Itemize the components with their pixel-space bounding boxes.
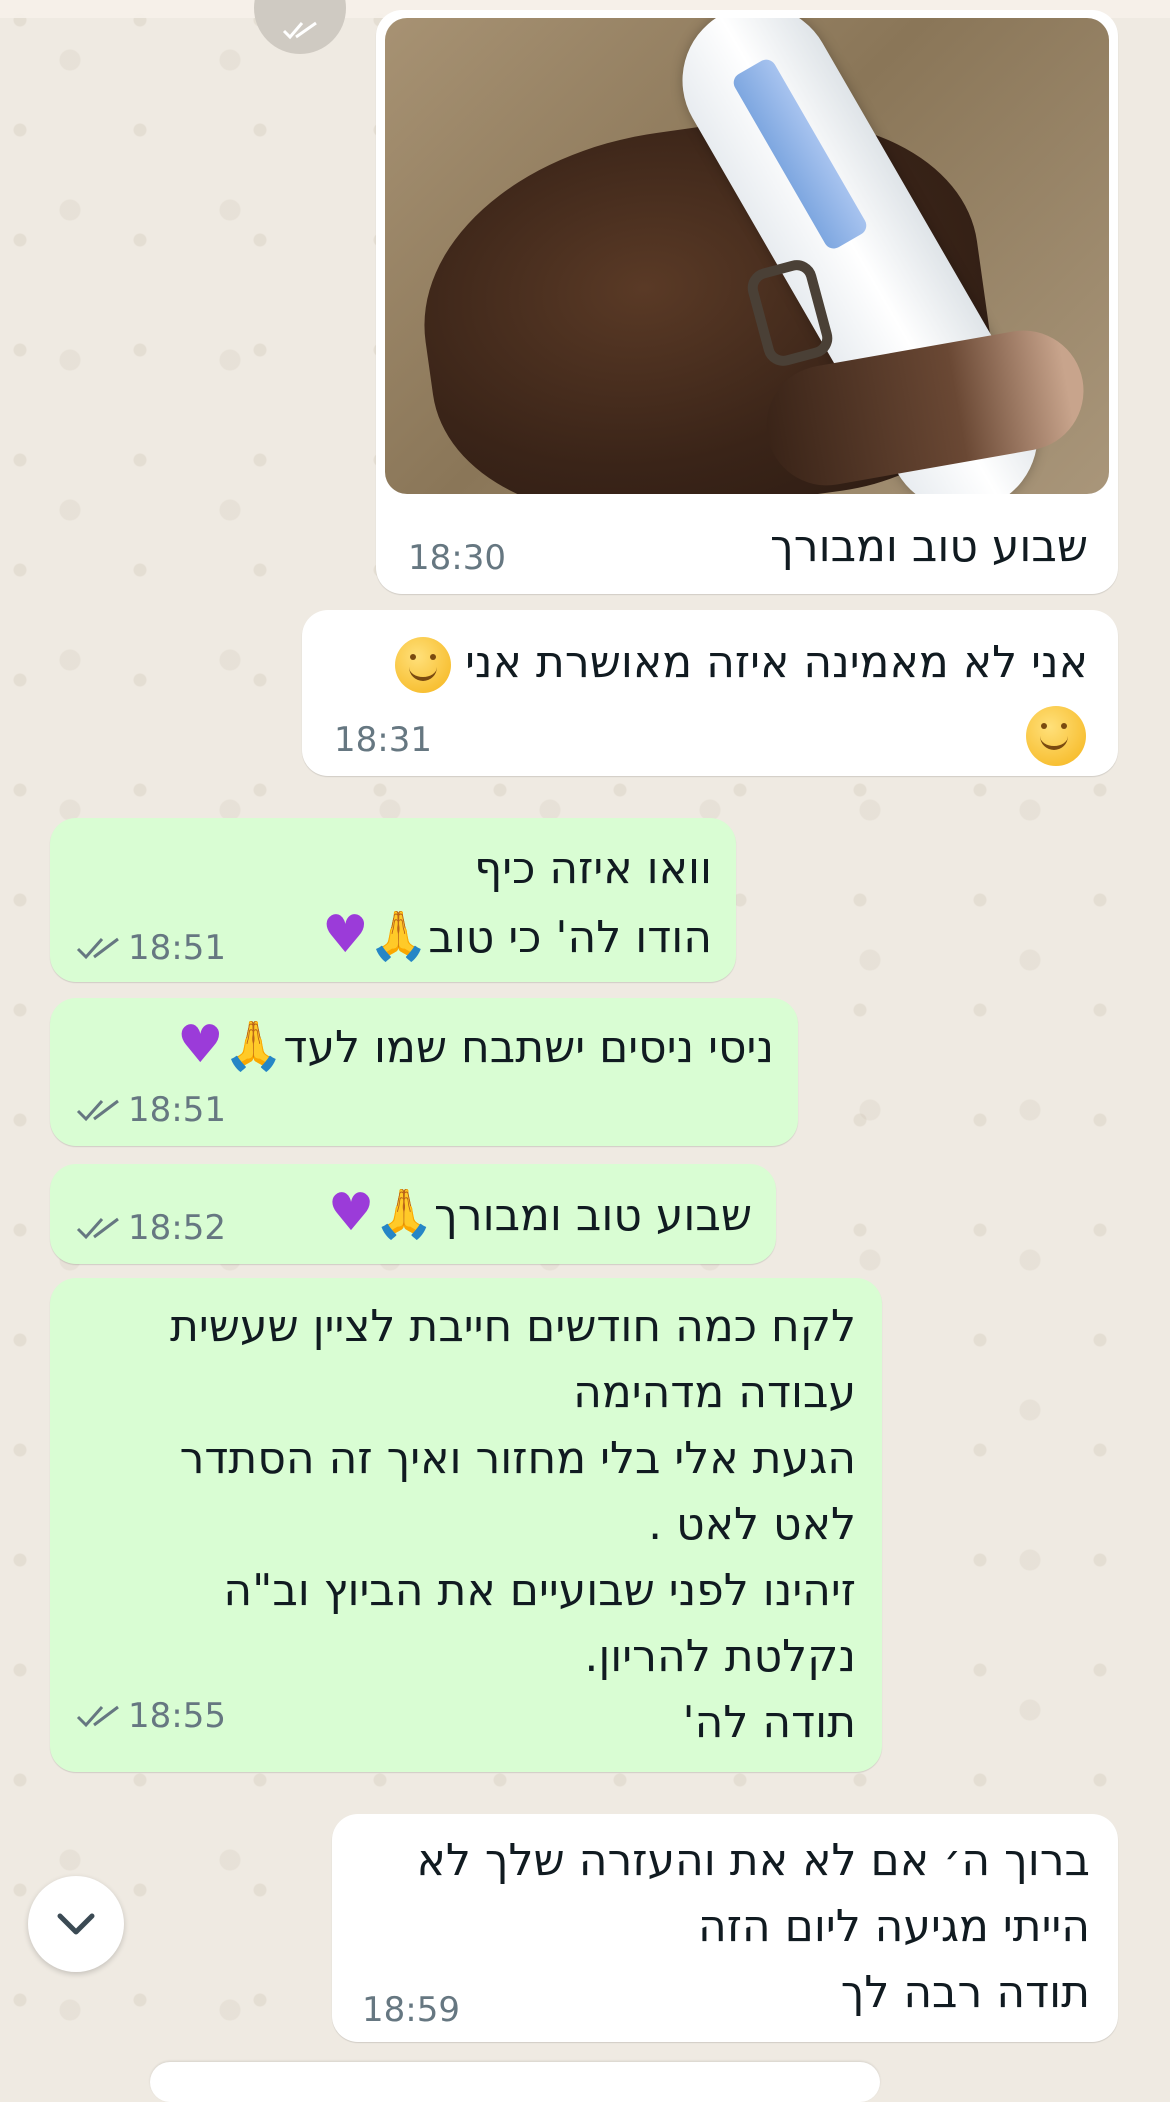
folded-hands-icon: 🙏 [368, 908, 429, 964]
message-body: ניסי ניסים ישתבח שמו לעד🙏♥ [177, 1015, 774, 1075]
message-time: 18:51 [76, 1090, 226, 1130]
message-time: 18:51 [76, 928, 226, 968]
message-body: לקח כמה חודשים חייבת לציין שעשית עבודה מ… [170, 1301, 856, 1748]
message-body-line2: הודו לה' כי טוב🙏♥ [321, 905, 712, 965]
purple-heart-icon: ♥ [177, 1015, 224, 1075]
double-check-icon [76, 1097, 120, 1123]
double-check-icon [282, 21, 317, 40]
folded-hands-icon: 🙏 [374, 1186, 435, 1242]
message-timestamp: 18:30 [408, 538, 506, 578]
folded-hands-icon: 🙏 [223, 1018, 284, 1074]
message-text[interactable]: ניסי ניסים ישתבח שמו לעד🙏♥ 18:51 [50, 998, 798, 1146]
message-body: ברוך ה׳ אם לא את והעזרה שלך לא הייתי מגי… [416, 1835, 1090, 2018]
message-body: אני לא מאמינה איזה מאושרת אני [395, 630, 1088, 696]
scroll-to-bottom-button[interactable] [28, 1876, 124, 1972]
message-input-bar[interactable] [150, 2062, 880, 2102]
message-text[interactable]: ברוך ה׳ אם לא את והעזרה שלך לא הייתי מגי… [332, 1814, 1118, 2042]
message-time: 18:59 [362, 1990, 460, 2030]
chevron-down-icon [57, 1913, 95, 1935]
message-time: 18:31 [334, 720, 432, 760]
message-body: שבוע טוב ומבורך🙏♥ [327, 1183, 752, 1243]
message-time: 18:55 [76, 1696, 226, 1736]
double-check-icon [76, 935, 120, 961]
message-body-line1: וואו איזה כיף [474, 843, 712, 894]
double-check-icon [76, 1215, 120, 1241]
message-photo[interactable] [385, 18, 1109, 494]
double-check-icon [76, 1703, 120, 1729]
message-caption: שבוע טוב ומבורך [770, 521, 1088, 572]
message-text[interactable]: אני לא מאמינה איזה מאושרת אני 18:31 [302, 610, 1118, 776]
smiling-face-icon [1026, 706, 1086, 766]
purple-heart-icon: ♥ [327, 1183, 375, 1243]
message-timestamp: 18:55 [128, 1696, 226, 1736]
smiling-face-icon [395, 637, 452, 693]
message-time: 18:52 [76, 1208, 226, 1248]
message-text[interactable]: לקח כמה חודשים חייבת לציין שעשית עבודה מ… [50, 1278, 882, 1772]
message-time: 18:30 [408, 538, 506, 578]
message-text[interactable]: וואו איזה כיף הודו לה' כי טוב🙏♥ 18:51 [50, 818, 736, 982]
message-timestamp: 18:31 [334, 720, 432, 760]
purple-heart-icon: ♥ [321, 905, 369, 965]
message-timestamp: 18:51 [128, 928, 226, 968]
message-timestamp: 18:51 [128, 1090, 226, 1130]
message-timestamp: 18:59 [362, 1990, 460, 2030]
message-timestamp: 18:52 [128, 1208, 226, 1248]
message-image[interactable]: שבוע טוב ומבורך 18:30 [376, 10, 1118, 594]
message-text[interactable]: שבוע טוב ומבורך🙏♥ 18:52 [50, 1164, 776, 1264]
